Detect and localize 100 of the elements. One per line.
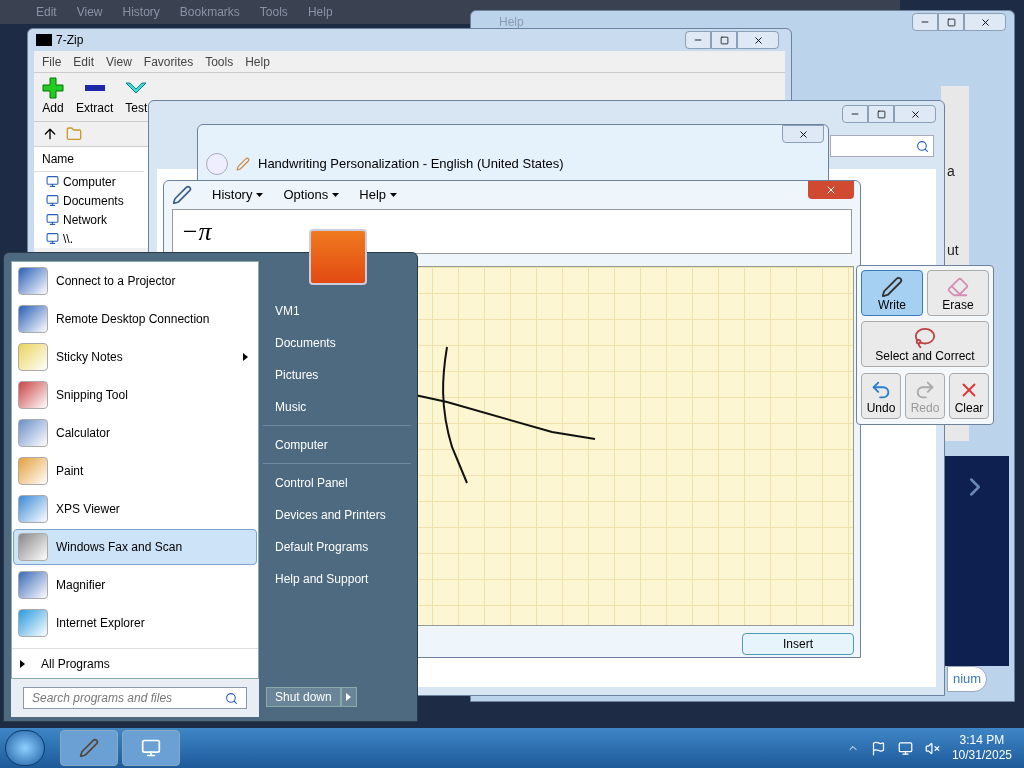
- shut-down-button[interactable]: Shut down: [266, 687, 341, 707]
- place-link[interactable]: Music: [263, 391, 411, 423]
- back-button[interactable]: [206, 153, 228, 175]
- place-link[interactable]: Devices and Printers: [263, 499, 411, 531]
- location-item[interactable]: Documents: [34, 191, 144, 210]
- program-item[interactable]: Internet Explorer: [13, 605, 257, 641]
- program-icon: [18, 495, 48, 523]
- taskbar-button[interactable]: [60, 730, 118, 766]
- expand-arrow-icon: [20, 659, 25, 668]
- plus-icon: [42, 77, 64, 99]
- menu-item[interactable]: Help: [245, 52, 270, 71]
- location-item[interactable]: \\.: [34, 229, 144, 248]
- window-title: 7-Zip: [56, 32, 84, 49]
- close-button[interactable]: [808, 181, 854, 199]
- program-item[interactable]: Calculator: [13, 415, 257, 451]
- place-link[interactable]: Computer: [263, 429, 411, 461]
- maximize-icon: [876, 109, 886, 119]
- program-item[interactable]: Paint: [13, 453, 257, 489]
- program-icon: [18, 609, 48, 637]
- close-button[interactable]: [894, 105, 936, 123]
- pill-button[interactable]: nium: [947, 666, 987, 692]
- close-icon: [797, 128, 809, 140]
- menu-item[interactable]: History: [212, 185, 253, 205]
- all-programs-link[interactable]: All Programs: [41, 654, 110, 673]
- monitor-icon: [141, 738, 161, 758]
- menu-item[interactable]: Edit: [73, 52, 95, 71]
- network-icon[interactable]: [897, 740, 913, 756]
- minimize-button[interactable]: [842, 105, 868, 123]
- maximize-button[interactable]: [711, 31, 737, 49]
- search-icon: [916, 139, 929, 153]
- menu-item[interactable]: Tools: [205, 52, 234, 71]
- taskbar-button[interactable]: [122, 730, 180, 766]
- minimize-button[interactable]: [685, 31, 711, 49]
- program-item[interactable]: Connect to a Projector: [13, 263, 257, 299]
- maximize-icon: [719, 35, 729, 45]
- text-fragment: a: [947, 162, 956, 181]
- caret-icon: [390, 193, 397, 197]
- tool-button[interactable]: Erase: [927, 270, 989, 316]
- maximize-icon: [946, 17, 956, 27]
- insert-button[interactable]: Insert: [742, 633, 854, 655]
- tool-button[interactable]: Clear: [949, 372, 989, 419]
- up-folder-icon[interactable]: [42, 126, 58, 142]
- program-item[interactable]: XPS Viewer: [13, 491, 257, 527]
- program-item[interactable]: Magnifier: [13, 567, 257, 603]
- toolbar-button[interactable]: Extract: [76, 77, 114, 117]
- clock[interactable]: 3:14 PM 10/31/2025: [951, 733, 1012, 763]
- search-field[interactable]: [830, 135, 934, 157]
- search-field[interactable]: Search programs and files: [23, 687, 247, 709]
- app-logo-icon: [36, 34, 52, 46]
- maximize-button[interactable]: [868, 105, 894, 123]
- close-button[interactable]: [737, 31, 779, 49]
- preview-area: −π: [172, 209, 852, 254]
- tool-button[interactable]: Write: [861, 270, 923, 316]
- close-icon: [909, 108, 921, 120]
- program-icon: [18, 343, 48, 371]
- program-icon: [18, 533, 48, 561]
- minus-icon: [84, 85, 105, 91]
- toolbar-button[interactable]: Add: [42, 77, 64, 117]
- monitor-icon: [46, 194, 59, 207]
- menu-item[interactable]: Options: [283, 185, 329, 205]
- pen-icon: [79, 738, 99, 758]
- eraser-icon: [947, 276, 969, 298]
- menu-item[interactable]: Favorites: [143, 52, 194, 71]
- close-icon: [752, 34, 764, 46]
- caret-icon: [332, 193, 340, 197]
- program-item[interactable]: Sticky Notes: [13, 339, 257, 375]
- program-item[interactable]: Remote Desktop Connection: [13, 301, 257, 337]
- text-fragment: ut: [947, 241, 960, 260]
- place-link[interactable]: Default Programs: [263, 531, 411, 563]
- location-item[interactable]: Network: [34, 210, 144, 229]
- close-button[interactable]: [964, 13, 1006, 31]
- menu-item[interactable]: View: [106, 52, 132, 71]
- tool-button[interactable]: Select and Correct: [861, 321, 989, 368]
- monitor-icon: [46, 232, 59, 245]
- place-link[interactable]: Control Panel: [263, 467, 411, 499]
- close-button[interactable]: [782, 125, 824, 143]
- minimize-button[interactable]: [912, 13, 938, 31]
- arrow-right-icon: [346, 693, 352, 701]
- maximize-button[interactable]: [938, 13, 964, 31]
- program-icon: [18, 267, 48, 295]
- start-button[interactable]: [5, 730, 45, 766]
- toolbar-button[interactable]: Test: [125, 77, 148, 117]
- place-link[interactable]: Documents: [263, 327, 411, 359]
- program-item[interactable]: Snipping Tool: [13, 377, 257, 413]
- tool-button[interactable]: Undo: [861, 372, 901, 419]
- monitor-icon: [46, 213, 59, 226]
- math-panel-icon: [172, 185, 192, 205]
- program-icon: [18, 457, 48, 485]
- place-link[interactable]: Pictures: [263, 359, 411, 391]
- program-item[interactable]: Windows Fax and Scan: [13, 529, 257, 565]
- volume-muted-icon[interactable]: [924, 740, 940, 756]
- place-link[interactable]: VM1: [263, 295, 411, 327]
- flag-icon[interactable]: [870, 740, 886, 756]
- column-header[interactable]: Name: [34, 147, 144, 172]
- menu-item[interactable]: File: [42, 52, 62, 71]
- window-title: Handwriting Personalization - English (United States): [258, 155, 564, 174]
- location-item[interactable]: Computer: [34, 172, 144, 191]
- search-icon: [225, 691, 238, 705]
- menu-item[interactable]: Help: [359, 185, 386, 205]
- place-link[interactable]: Help and Support: [263, 563, 411, 595]
